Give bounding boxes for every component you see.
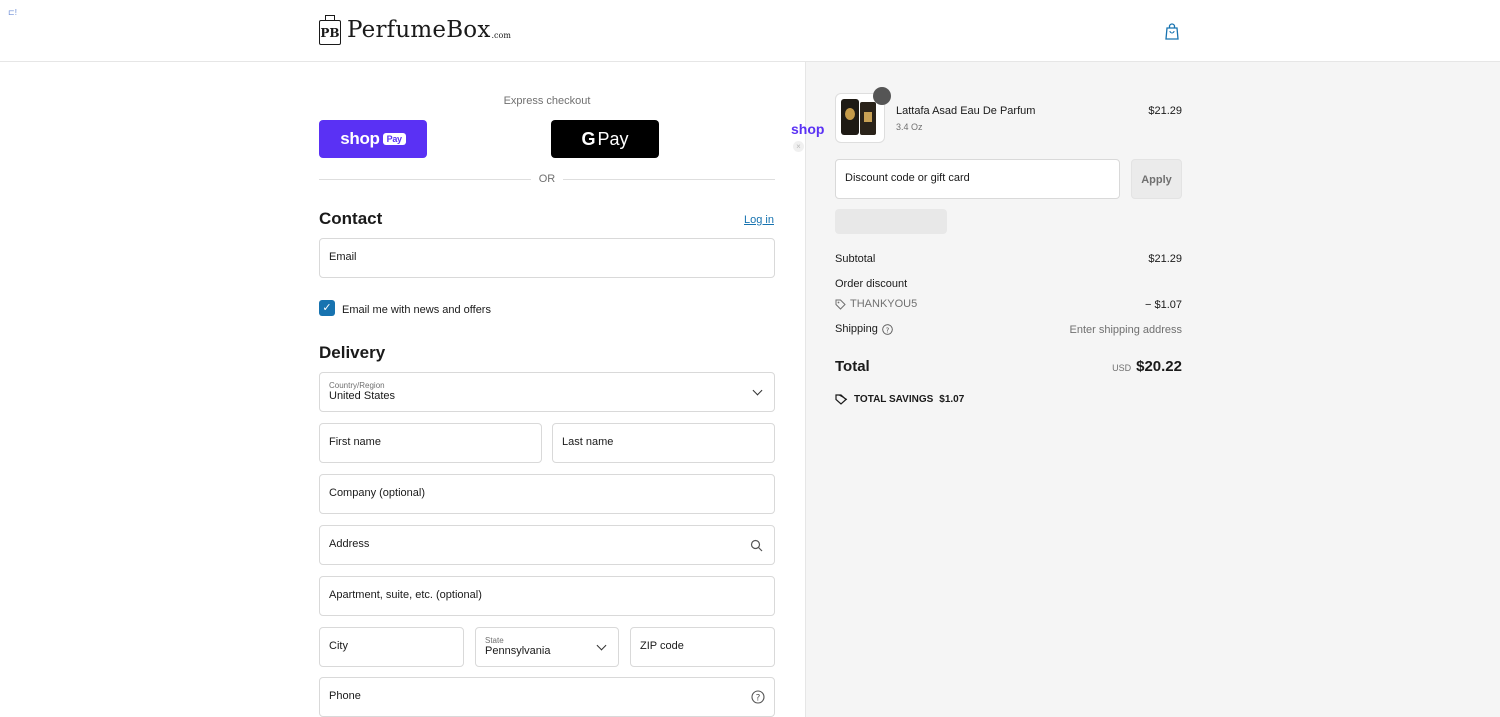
- total-amount: USD $20.22: [1060, 358, 1182, 376]
- quantity-badge: [873, 87, 891, 105]
- country-select[interactable]: Country/Region United States: [319, 372, 775, 412]
- subtotal-value: $21.29: [1148, 253, 1182, 265]
- order-discount-label: Order discount: [835, 278, 908, 290]
- phone-placeholder: Phone: [329, 690, 361, 702]
- google-icon: G: [581, 128, 596, 149]
- chevron-down-icon: [752, 385, 763, 396]
- logo-name: PerfumeBox: [347, 17, 491, 43]
- express-checkout-label: Express checkout: [503, 95, 591, 107]
- shipping-value: Enter shipping address: [1069, 324, 1182, 336]
- google-pay-label: Pay: [597, 128, 629, 149]
- shop-pay-pill: Pay: [382, 133, 406, 145]
- help-icon[interactable]: ?: [751, 690, 765, 704]
- discount-code-row: THANKYOU5: [835, 298, 917, 310]
- last-name-field[interactable]: Last name: [552, 423, 775, 463]
- google-pay-button[interactable]: G Pay: [551, 120, 659, 158]
- email-placeholder: Email: [329, 251, 357, 263]
- loading-placeholder: [835, 209, 947, 234]
- address-placeholder: Address: [329, 538, 370, 550]
- city-placeholder: City: [329, 640, 348, 652]
- shop-pay-wordmark: shop: [340, 129, 380, 148]
- country-value: United States: [329, 390, 396, 402]
- phone-field[interactable]: Phone ?: [319, 677, 775, 717]
- logo-icon: PB: [319, 15, 341, 45]
- logo-suffix: .com: [491, 31, 511, 40]
- savings-label: TOTAL SAVINGS: [854, 394, 934, 405]
- zip-placeholder: ZIP code: [640, 640, 684, 652]
- apply-button[interactable]: Apply: [1131, 159, 1182, 199]
- newsletter-checkbox[interactable]: ✓: [319, 300, 335, 316]
- search-icon: [750, 539, 763, 552]
- tag-icon: [835, 299, 846, 310]
- state-value: Pennsylvania: [485, 645, 551, 657]
- tag-icon: [835, 394, 848, 405]
- first-name-placeholder: First name: [329, 436, 381, 448]
- shop-pay-button[interactable]: shop Pay: [319, 120, 427, 158]
- discount-code: THANKYOU5: [850, 298, 918, 310]
- or-divider: OR: [319, 172, 775, 188]
- corner-mark: ⊏!: [8, 8, 17, 17]
- company-field[interactable]: Company (optional): [319, 474, 775, 514]
- total-value: $20.22: [1136, 358, 1182, 375]
- chevron-down-icon: [596, 640, 607, 651]
- savings-value: $1.07: [939, 394, 965, 405]
- first-name-field[interactable]: First name: [319, 423, 542, 463]
- svg-text:?: ?: [885, 326, 889, 334]
- zip-field[interactable]: ZIP code: [630, 627, 775, 667]
- state-select[interactable]: State Pennsylvania: [475, 627, 619, 667]
- close-icon[interactable]: ×: [793, 141, 804, 152]
- product-variant: 3.4 Oz: [896, 122, 923, 132]
- apartment-field[interactable]: Apartment, suite, etc. (optional): [319, 576, 775, 616]
- newsletter-label: Email me with news and offers: [342, 304, 491, 316]
- city-field[interactable]: City: [319, 627, 464, 667]
- country-label: Country/Region: [329, 381, 385, 390]
- total-label: Total: [835, 358, 870, 375]
- product-name: Lattafa Asad Eau De Parfum: [896, 105, 1036, 117]
- help-icon[interactable]: ?: [882, 323, 893, 335]
- contact-heading: Contact: [319, 209, 383, 228]
- discount-value: − $1.07: [1144, 299, 1182, 311]
- last-name-placeholder: Last name: [562, 436, 614, 448]
- total-savings: TOTAL SAVINGS $1.07: [835, 394, 964, 405]
- store-logo[interactable]: PB PerfumeBox .com: [319, 15, 511, 45]
- address-field[interactable]: Address: [319, 525, 775, 565]
- company-placeholder: Company (optional): [329, 487, 425, 499]
- subtotal-label: Subtotal: [835, 253, 876, 265]
- state-label: State: [485, 636, 504, 645]
- shop-login-badge[interactable]: shop: [791, 121, 824, 137]
- login-link[interactable]: Log in: [744, 214, 774, 226]
- site-header: ⊏! PB PerfumeBox .com: [0, 0, 1500, 62]
- product-price: $21.29: [1148, 105, 1182, 117]
- shipping-label: Shipping: [835, 323, 878, 335]
- discount-code-field[interactable]: Discount code or gift card: [835, 159, 1120, 199]
- shipping-row: Shipping ?: [835, 323, 893, 335]
- discount-placeholder: Discount code or gift card: [845, 172, 970, 184]
- shopping-bag-icon[interactable]: [1165, 23, 1179, 40]
- apartment-placeholder: Apartment, suite, etc. (optional): [329, 589, 482, 601]
- total-currency: USD: [1112, 363, 1132, 373]
- email-field[interactable]: Email: [319, 238, 775, 278]
- svg-text:?: ?: [756, 694, 761, 704]
- delivery-heading: Delivery: [319, 343, 386, 362]
